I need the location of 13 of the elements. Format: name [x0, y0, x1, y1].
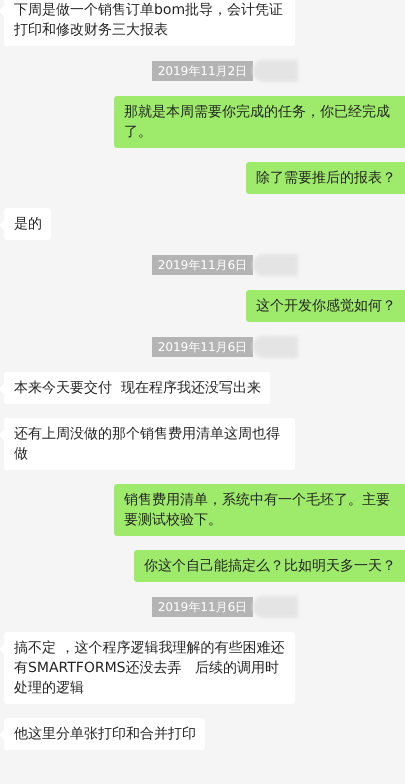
sent-message: 你这个自己能搞定么？比如明天多一天？ [134, 550, 405, 582]
date-label: 2019年11月6日 [152, 337, 254, 357]
date-label: 2019年11月2日 [152, 61, 254, 81]
blurred-time [253, 254, 298, 276]
blurred-time [253, 596, 298, 618]
blurred-time [253, 60, 298, 82]
sent-message: 销售费用清单，系统中有一个毛坯了。主要要测试校验下。 [114, 484, 405, 536]
sent-message: 除了需要推后的报表？ [246, 162, 405, 194]
date-label: 2019年11月6日 [152, 597, 254, 617]
blurred-time [253, 336, 298, 358]
sent-message: 这个开发你感觉如何？ [246, 290, 405, 322]
sent-message: 那就是本周需要你完成的任务，你已经完成了。 [114, 96, 405, 148]
date-label: 2019年11月6日 [152, 255, 254, 275]
